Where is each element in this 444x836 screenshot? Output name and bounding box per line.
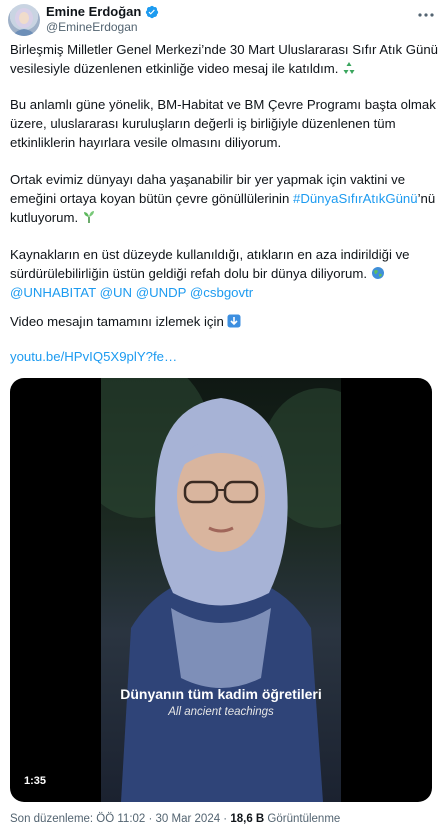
more-options-icon[interactable] bbox=[416, 6, 436, 22]
paragraph-5: Video mesajın tamamını izlemek için bbox=[10, 312, 438, 331]
views-label: Görüntülenme bbox=[264, 813, 341, 825]
globe-emoji bbox=[371, 266, 387, 280]
video-frame bbox=[101, 378, 341, 802]
paragraph-3: Ortak evimiz dünyayı daha yaşanabilir bi… bbox=[10, 170, 438, 227]
edited-timestamp[interactable]: Son düzenleme: ÖÖ 11:02 · 30 Mar 2024 · bbox=[10, 813, 230, 825]
paragraph-6: youtu.be/HPvIQ5X9plY?fe… bbox=[10, 347, 438, 366]
video-subject bbox=[121, 398, 323, 802]
paragraph-1: Birleşmiş Milletler Genel Merkezi’nde 30… bbox=[10, 40, 438, 78]
video-player[interactable]: Dünyanın tüm kadim öğretileri All ancien… bbox=[10, 378, 432, 802]
youtube-link[interactable]: youtu.be/HPvIQ5X9plY?fe… bbox=[10, 349, 177, 364]
mention-un[interactable]: @UN bbox=[100, 285, 132, 300]
avatar[interactable] bbox=[8, 4, 40, 36]
mention-unhabitat[interactable]: @UNHABITAT bbox=[10, 285, 96, 300]
paragraph-4-text: Kaynakların en üst düzeyde kullanıldığı,… bbox=[10, 247, 410, 281]
verified-badge-icon bbox=[145, 5, 159, 19]
paragraph-5-text: Video mesajın tamamını izlemek için bbox=[10, 314, 224, 329]
mention-undp[interactable]: @UNDP bbox=[136, 285, 187, 300]
hashtag-link[interactable]: #DünyaSıfırAtıkGünü bbox=[293, 191, 418, 206]
handle[interactable]: @EmineErdogan bbox=[46, 20, 138, 35]
video-caption-sub: All ancient teachings bbox=[168, 706, 274, 718]
mention-csbgovtr[interactable]: @csbgovtr bbox=[190, 285, 253, 300]
recycle-emoji bbox=[342, 61, 358, 75]
tweet-footer: Son düzenleme: ÖÖ 11:02 · 30 Mar 2024 · … bbox=[10, 812, 340, 826]
paragraph-1-text: Birleşmiş Milletler Genel Merkezi’nde 30… bbox=[10, 42, 439, 76]
name-row: Emine Erdoğan bbox=[46, 4, 159, 20]
tweet-header: Emine Erdoğan @EmineErdogan bbox=[0, 0, 444, 40]
video-duration: 1:35 bbox=[24, 775, 47, 787]
paragraph-2: Bu anlamlı güne yönelik, BM-Habitat ve B… bbox=[10, 97, 436, 150]
seedling-emoji bbox=[82, 210, 98, 224]
paragraph-4: Kaynakların en üst düzeyde kullanıldığı,… bbox=[10, 245, 438, 302]
down-arrow-emoji bbox=[227, 314, 243, 328]
display-name[interactable]: Emine Erdoğan bbox=[46, 4, 141, 20]
avatar-image bbox=[12, 8, 36, 36]
view-count: 18,6 B bbox=[230, 813, 265, 825]
video-caption-main: Dünyanın tüm kadim öğretileri bbox=[120, 686, 322, 702]
